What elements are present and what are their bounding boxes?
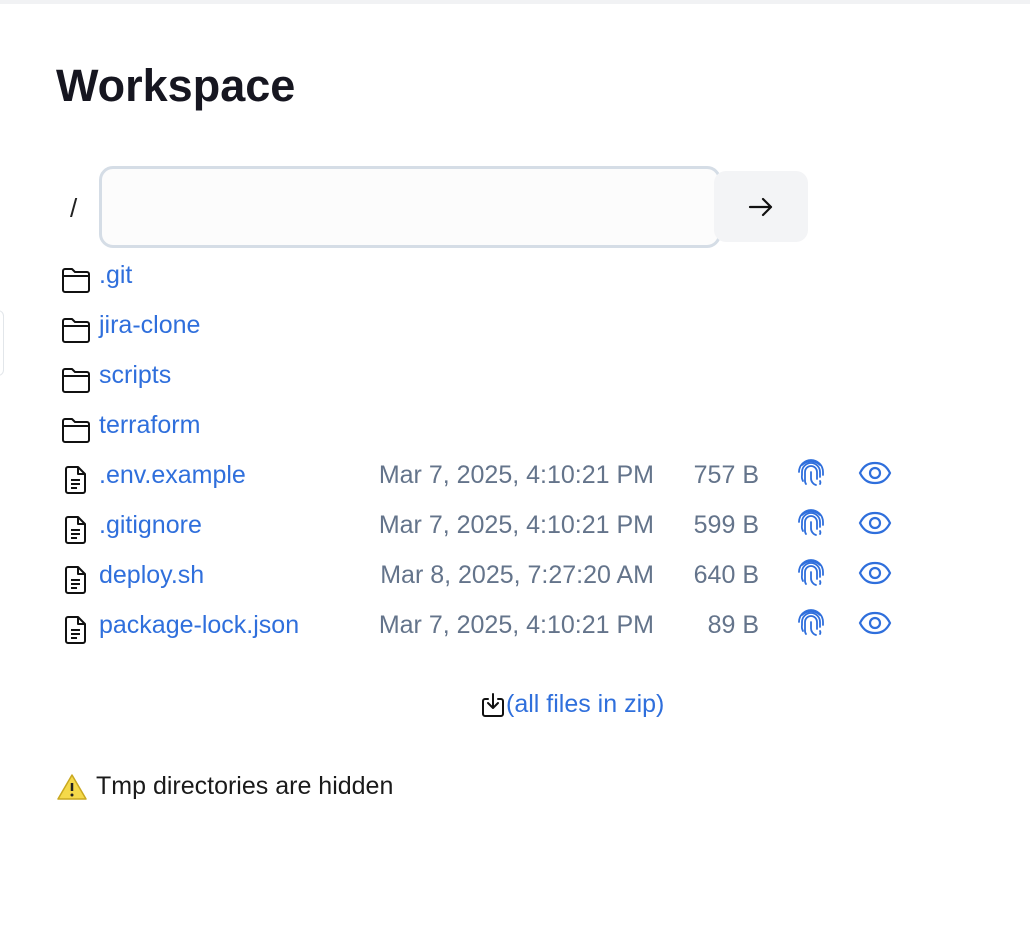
- file-link[interactable]: .gitignore: [99, 511, 202, 540]
- file-size: 599 B: [693, 511, 759, 539]
- file-size: 89 B: [707, 611, 759, 639]
- file-icon: [60, 615, 92, 645]
- folder-link[interactable]: terraform: [99, 411, 200, 440]
- top-border: [0, 0, 1030, 4]
- folder-icon: [60, 315, 92, 345]
- warning-icon: [57, 773, 87, 800]
- file-link[interactable]: .env.example: [99, 461, 246, 490]
- folder-icon: [60, 415, 92, 445]
- arrow-right-icon: [748, 197, 773, 216]
- tmp-hidden-notice: Tmp directories are hidden: [56, 772, 393, 801]
- fingerprint-icon[interactable]: [796, 607, 826, 639]
- file-row: .gitignore Mar 7, 2025, 4:10:21 PM 599 B: [60, 507, 960, 547]
- folder-row: jira-clone: [60, 307, 960, 347]
- file-row: package-lock.json Mar 7, 2025, 4:10:21 PM…: [60, 607, 960, 647]
- file-date: Mar 8, 2025, 7:27:20 AM: [380, 561, 654, 589]
- path-input[interactable]: [99, 166, 721, 248]
- file-date: Mar 7, 2025, 4:10:21 PM: [378, 611, 654, 639]
- file-icon: [60, 465, 92, 495]
- warning-text: Tmp directories are hidden: [96, 772, 394, 800]
- fingerprint-icon[interactable]: [796, 557, 826, 589]
- folder-link[interactable]: scripts: [99, 361, 171, 390]
- file-date: Mar 7, 2025, 4:10:21 PM: [378, 461, 654, 489]
- file-icon: [60, 515, 92, 545]
- fingerprint-icon[interactable]: [796, 507, 826, 539]
- file-date: Mar 7, 2025, 4:10:21 PM: [378, 511, 654, 539]
- go-button[interactable]: [714, 171, 808, 242]
- file-row: deploy.sh Mar 8, 2025, 7:27:20 AM 640 B: [60, 557, 960, 597]
- page-title: Workspace: [56, 60, 296, 111]
- fingerprint-icon[interactable]: [796, 457, 826, 489]
- folder-icon: [60, 365, 92, 395]
- eye-icon[interactable]: [858, 459, 892, 487]
- file-size: 757 B: [693, 461, 759, 489]
- folder-row: terraform: [60, 407, 960, 447]
- folder-link[interactable]: jira-clone: [99, 311, 200, 340]
- download-zip-link[interactable]: (all files in zip): [506, 690, 664, 719]
- file-link[interactable]: deploy.sh: [99, 561, 204, 590]
- download-icon: [482, 692, 504, 717]
- eye-icon[interactable]: [858, 509, 892, 537]
- folder-icon: [60, 265, 92, 295]
- eye-icon[interactable]: [858, 609, 892, 637]
- download-zip[interactable]: (all files in zip): [480, 690, 664, 719]
- folder-link[interactable]: .git: [99, 261, 132, 290]
- eye-icon[interactable]: [858, 559, 892, 587]
- side-tab-handle[interactable]: [0, 310, 4, 376]
- file-icon: [60, 565, 92, 595]
- folder-row: scripts: [60, 357, 960, 397]
- path-root: /: [70, 193, 78, 223]
- file-row: .env.example Mar 7, 2025, 4:10:21 PM 757 B: [60, 457, 960, 497]
- folder-row: .git: [60, 257, 960, 297]
- file-size: 640 B: [693, 561, 759, 589]
- file-link[interactable]: package-lock.json: [99, 611, 299, 640]
